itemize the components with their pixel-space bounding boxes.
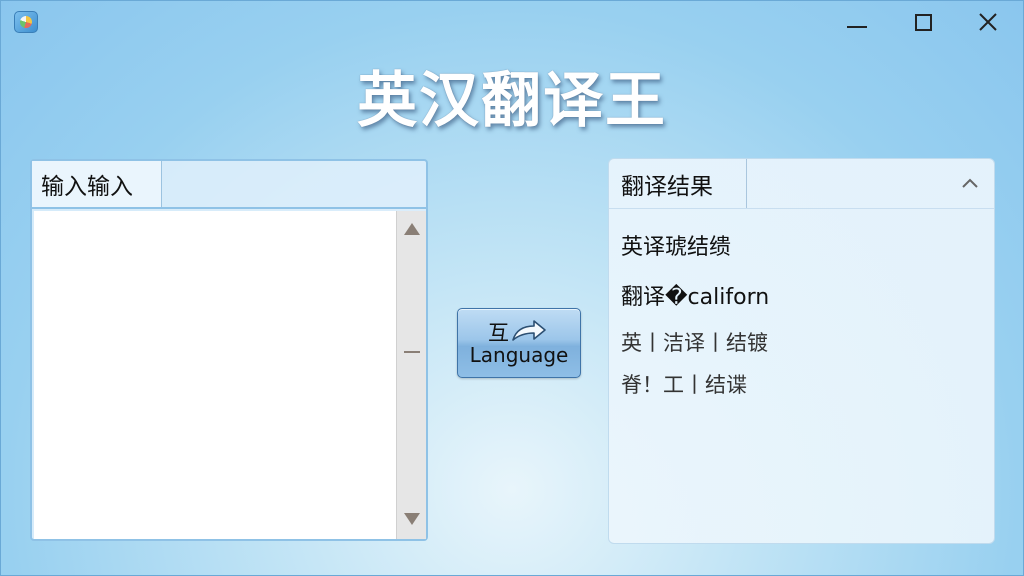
maximize-icon (914, 13, 932, 31)
result-panel: 翻译结果 英译琥结缋 翻译�californ 英⼁洁译⼁结镀 脊！工⼁结谍 (608, 158, 995, 544)
result-item: 脊！工⼁结谍 (621, 373, 747, 397)
source-text-input[interactable] (34, 211, 396, 539)
input-panel-header: 输入输入 (32, 161, 426, 209)
minimize-icon (847, 26, 867, 28)
result-item: 英译琥结缋 (621, 235, 732, 260)
scroll-thumb[interactable] (404, 351, 420, 353)
result-panel-header: 翻译结果 (609, 159, 994, 209)
input-panel: 输入输入 (30, 159, 428, 541)
tab-result[interactable]: 翻译结果 (609, 159, 747, 208)
close-button[interactable] (971, 6, 1005, 38)
swap-button-label: Language (469, 343, 569, 367)
close-icon (979, 13, 997, 31)
chevron-up-icon[interactable] (960, 176, 980, 190)
scroll-down-icon[interactable] (404, 513, 420, 525)
minimize-button[interactable] (840, 6, 874, 38)
swap-language-button[interactable]: 互 Language (457, 308, 581, 378)
result-item: 翻译�californ (621, 285, 770, 310)
result-item: 英⼁洁译⼁结镀 (621, 331, 768, 355)
scroll-up-icon[interactable] (404, 223, 420, 235)
maximize-button[interactable] (906, 6, 940, 38)
curved-arrow-right-icon (512, 320, 546, 341)
input-scrollbar[interactable] (396, 211, 426, 539)
app-icon[interactable] (14, 11, 38, 33)
tab-input[interactable]: 输入输入 (32, 161, 162, 207)
page-title: 英汉翻译王 (357, 66, 667, 136)
